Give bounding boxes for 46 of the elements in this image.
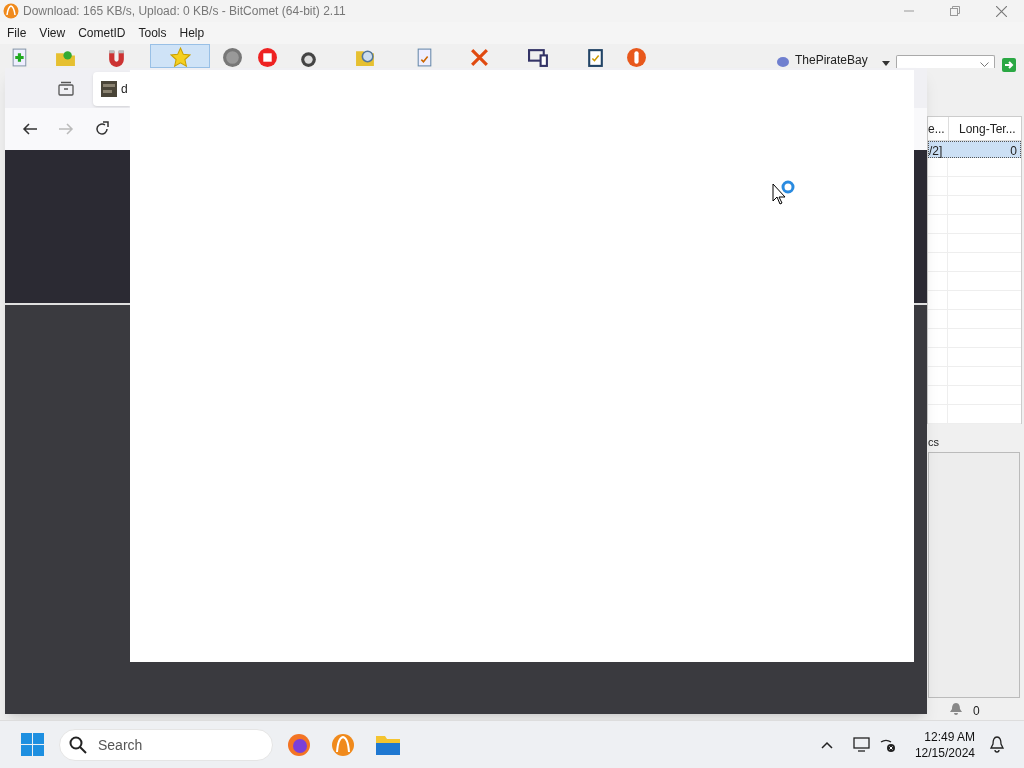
magnet-icon[interactable] (106, 47, 127, 68)
favicon-icon (101, 81, 117, 97)
globe-icon[interactable] (776, 55, 790, 67)
tab-title: d (121, 81, 128, 98)
find-icon[interactable] (355, 47, 376, 68)
table-row[interactable]: /2] 0 (928, 141, 1021, 158)
table-cell-text: 0 (1009, 143, 1018, 157)
window-title: Download: 165 KB/s, Upload: 0 KB/s - BitComet (64-bit) 2.11 (23, 3, 346, 20)
comet-app-icon[interactable] (331, 732, 355, 757)
monitor-icon[interactable] (852, 736, 870, 753)
table-cell-text: /2] (929, 143, 944, 157)
app-logo-icon (3, 3, 19, 19)
close-icon[interactable] (995, 5, 1007, 17)
document-check-icon[interactable] (585, 47, 606, 68)
menu-item[interactable]: CometID (78, 24, 126, 42)
menu-item[interactable]: Help (179, 24, 205, 42)
devices-icon[interactable] (528, 47, 549, 68)
menu-item[interactable]: Tools (138, 24, 167, 42)
power-icon[interactable] (626, 47, 647, 68)
start-icon[interactable] (21, 733, 44, 756)
star-icon[interactable] (170, 47, 191, 68)
go-icon[interactable] (1002, 58, 1016, 72)
chevron-up-icon[interactable] (820, 740, 833, 749)
clock-time: 12:49 AM (924, 728, 975, 745)
busy-cursor-icon (772, 178, 796, 206)
search-field[interactable] (896, 55, 995, 68)
column-header[interactable]: Long-Ter... (948, 117, 1021, 140)
restore-icon[interactable] (950, 6, 960, 16)
clock-date: 12/15/2024 (914, 744, 975, 761)
browser-icon[interactable] (287, 732, 311, 757)
search-icon (69, 735, 87, 754)
site-selector[interactable]: ThePirateBay (795, 53, 868, 67)
menu-item[interactable]: File (7, 24, 27, 42)
menu-item[interactable]: View (39, 24, 66, 42)
reload-icon[interactable] (94, 121, 110, 137)
bell-icon (949, 702, 963, 716)
stop-icon[interactable] (257, 47, 278, 68)
status-count: 0 (973, 703, 980, 720)
bell-icon[interactable] (989, 736, 1005, 753)
dropdown-arrow-icon[interactable] (882, 61, 890, 66)
column-header[interactable]: e... (928, 117, 948, 140)
back-icon[interactable] (22, 121, 38, 137)
tab-list-icon[interactable] (58, 81, 74, 96)
delete-icon[interactable] (469, 47, 490, 68)
browser-tab[interactable]: d (93, 72, 130, 106)
panel-tab[interactable]: cs (928, 434, 939, 451)
